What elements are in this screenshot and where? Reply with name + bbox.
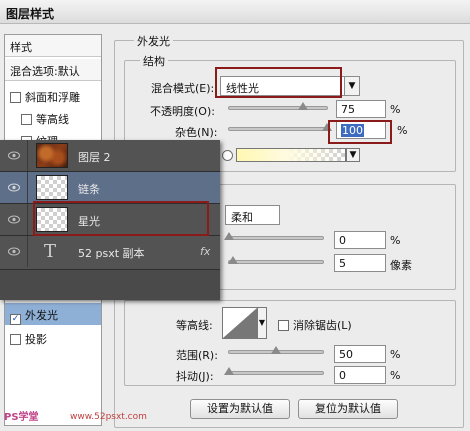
technique-select[interactable]: 柔和 xyxy=(225,205,280,225)
spread-slider[interactable] xyxy=(224,232,324,240)
outer-glow-checkbox[interactable]: ✓ xyxy=(10,314,21,325)
spread-slider-thumb[interactable] xyxy=(224,232,234,240)
jitter-label: 抖动(J): xyxy=(176,370,214,383)
gradient-dropdown-icon[interactable]: ▼ xyxy=(346,148,360,162)
layer-row[interactable]: 链条 xyxy=(0,172,220,204)
layers-panel-footer xyxy=(0,270,220,300)
size-unit: 像素 xyxy=(390,259,412,272)
fx-icon[interactable]: fx xyxy=(200,245,210,258)
gradient-preview[interactable] xyxy=(236,148,346,162)
watermark-right: www.52psxt.com xyxy=(70,412,147,422)
selected-layer-highlight xyxy=(33,201,209,236)
layer-row[interactable]: T 52 psxt 副本 fx xyxy=(0,236,220,270)
gradient-radio[interactable] xyxy=(222,150,233,161)
blend-mode-label: 混合模式(E): xyxy=(151,82,215,95)
contour-preview[interactable] xyxy=(222,307,258,339)
range-slider[interactable] xyxy=(228,346,324,354)
style-item-label: 外发光 xyxy=(25,309,58,322)
layer-thumbnail xyxy=(36,143,68,168)
noise-label: 杂色(N): xyxy=(175,126,218,139)
styles-header[interactable]: 样式 xyxy=(5,35,101,57)
jitter-slider-thumb[interactable] xyxy=(224,367,234,375)
technique-value: 柔和 xyxy=(231,211,253,224)
contour-checkbox[interactable] xyxy=(21,114,32,125)
blend-mode-highlight xyxy=(215,67,342,98)
style-item-label: 投影 xyxy=(25,333,47,346)
range-unit: % xyxy=(390,348,401,361)
opacity-unit: % xyxy=(390,103,401,116)
layer-name: 图层 2 xyxy=(78,151,111,164)
style-item-bevel[interactable]: 斜面和浮雕 xyxy=(5,85,101,107)
chevron-down-icon: ▼ xyxy=(344,77,359,95)
style-item-label: 等高线 xyxy=(36,113,69,126)
jitter-input[interactable]: 0 xyxy=(334,366,386,384)
bevel-checkbox[interactable] xyxy=(10,92,21,103)
size-input[interactable]: 5 xyxy=(334,254,386,272)
contour-dropdown-icon[interactable]: ▼ xyxy=(257,307,267,339)
text-layer-icon: T xyxy=(44,241,57,262)
dialog-title: 图层样式 xyxy=(0,0,470,24)
layer-name: 52 psxt 副本 xyxy=(78,247,145,260)
style-item-outer-glow[interactable]: ✓ 外发光 xyxy=(5,303,101,325)
style-item-drop-shadow[interactable]: 投影 xyxy=(5,327,101,349)
size-slider[interactable] xyxy=(228,256,324,264)
reset-default-button[interactable]: 复位为默认值 xyxy=(298,399,398,419)
anti-alias-checkbox[interactable] xyxy=(278,320,289,331)
eye-icon[interactable] xyxy=(8,247,20,256)
noise-highlight xyxy=(328,120,392,144)
spread-input[interactable]: 0 xyxy=(334,231,386,249)
contour-curve-icon xyxy=(223,308,257,338)
anti-alias-label: 消除锯齿(L) xyxy=(293,319,352,332)
make-default-button[interactable]: 设置为默认值 xyxy=(190,399,290,419)
noise-slider[interactable] xyxy=(228,123,332,131)
contour-label: 等高线: xyxy=(176,319,213,332)
anti-alias-option[interactable]: 消除锯齿(L) xyxy=(278,317,352,333)
drop-shadow-checkbox[interactable] xyxy=(10,334,21,345)
eye-icon[interactable] xyxy=(8,215,20,224)
blending-options-item[interactable]: 混合选项:默认 xyxy=(5,59,101,81)
layer-thumbnail xyxy=(36,175,68,200)
range-input[interactable]: 50 xyxy=(334,345,386,363)
opacity-slider[interactable] xyxy=(228,102,328,110)
layer-row[interactable]: 图层 2 xyxy=(0,140,220,172)
eye-icon[interactable] xyxy=(8,183,20,192)
opacity-label: 不透明度(O): xyxy=(150,105,215,118)
eye-icon[interactable] xyxy=(8,151,20,160)
size-slider-thumb[interactable] xyxy=(228,256,238,264)
structure-group-title: 结构 xyxy=(140,53,168,69)
range-slider-thumb[interactable] xyxy=(271,346,281,354)
jitter-slider[interactable] xyxy=(224,367,324,375)
range-label: 范围(R): xyxy=(176,349,218,362)
jitter-unit: % xyxy=(390,369,401,382)
opacity-slider-thumb[interactable] xyxy=(297,102,308,110)
noise-unit: % xyxy=(397,124,408,137)
style-item-label: 斜面和浮雕 xyxy=(25,91,80,104)
opacity-input[interactable]: 75 xyxy=(336,100,386,118)
outer-glow-group-title: 外发光 xyxy=(134,33,173,49)
layer-name: 链条 xyxy=(78,183,100,196)
spread-unit: % xyxy=(390,234,401,247)
watermark-left: PS学堂 xyxy=(4,412,39,423)
style-item-contour[interactable]: 等高线 xyxy=(5,107,101,129)
